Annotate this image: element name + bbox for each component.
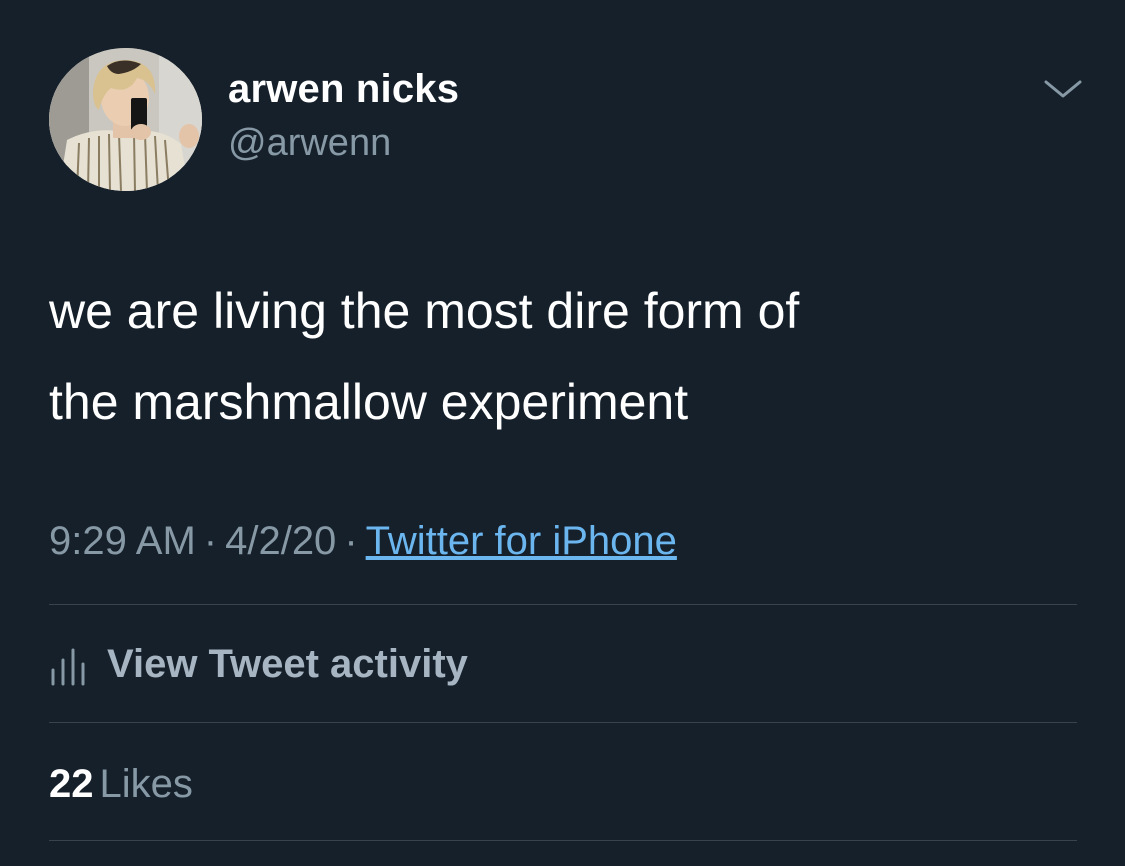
tweet-text-line: the marshmallow experiment [49, 374, 689, 430]
divider [49, 840, 1077, 841]
avatar[interactable] [49, 48, 202, 191]
meta-separator: · [203, 519, 218, 563]
likes-count: 22 [49, 762, 94, 806]
view-tweet-activity-label: View Tweet activity [107, 642, 468, 686]
divider [49, 722, 1077, 723]
likes-label: Likes [99, 762, 193, 806]
profile-photo-icon [49, 48, 202, 191]
analytics-icon [51, 648, 85, 686]
tweet-time: 9:29 AM [49, 519, 196, 563]
meta-separator: · [344, 519, 358, 563]
author-handle[interactable]: @arwenn [228, 121, 391, 165]
tweet-text-line: we are living the most dire form of [49, 283, 800, 339]
divider [49, 604, 1077, 605]
tweet-date: 4/2/20 [225, 519, 337, 563]
view-tweet-activity-button[interactable]: View Tweet activity [49, 638, 468, 690]
tweet-options-chevron-down-icon[interactable] [1040, 74, 1086, 104]
tweet-metadata: 9:29 AM · 4/2/20 · Twitter for iPhone [49, 514, 677, 568]
likes-count-link[interactable]: 22 Likes [49, 758, 193, 810]
tweet-detail: arwen nicks @arwenn we are living the mo… [0, 0, 1125, 866]
tweet-source-link[interactable]: Twitter for iPhone [366, 519, 677, 563]
author-display-name[interactable]: arwen nicks [228, 66, 459, 112]
tweet-text: we are living the most dire form of the … [49, 266, 1089, 448]
